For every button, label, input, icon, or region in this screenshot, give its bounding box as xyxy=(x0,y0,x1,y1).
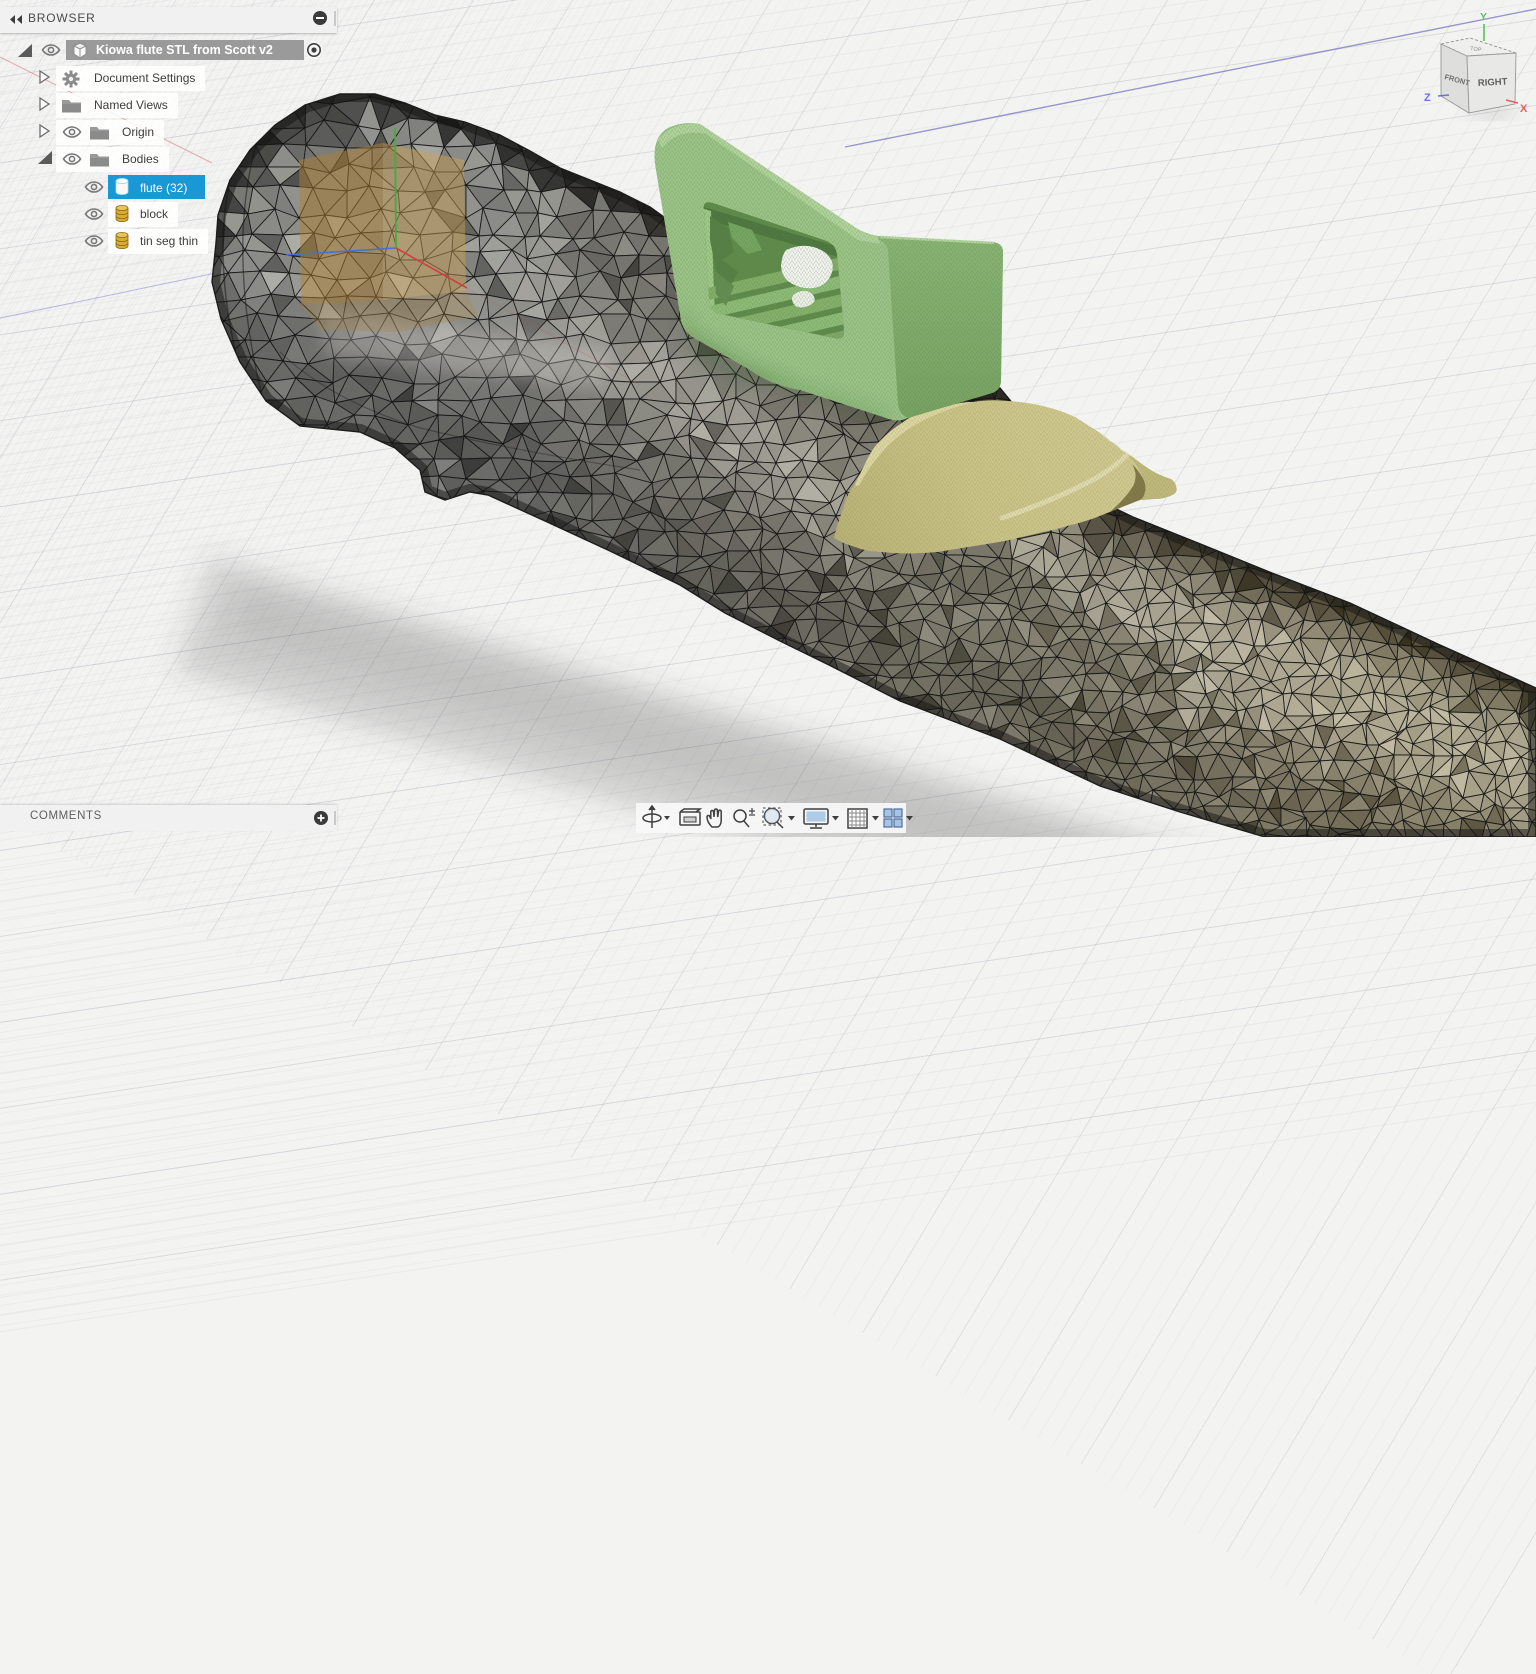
svg-text:Y: Y xyxy=(1480,11,1487,23)
svg-text:Z: Z xyxy=(1424,92,1431,104)
svg-text:RIGHT: RIGHT xyxy=(1478,76,1508,89)
svg-text:X: X xyxy=(1520,103,1528,115)
